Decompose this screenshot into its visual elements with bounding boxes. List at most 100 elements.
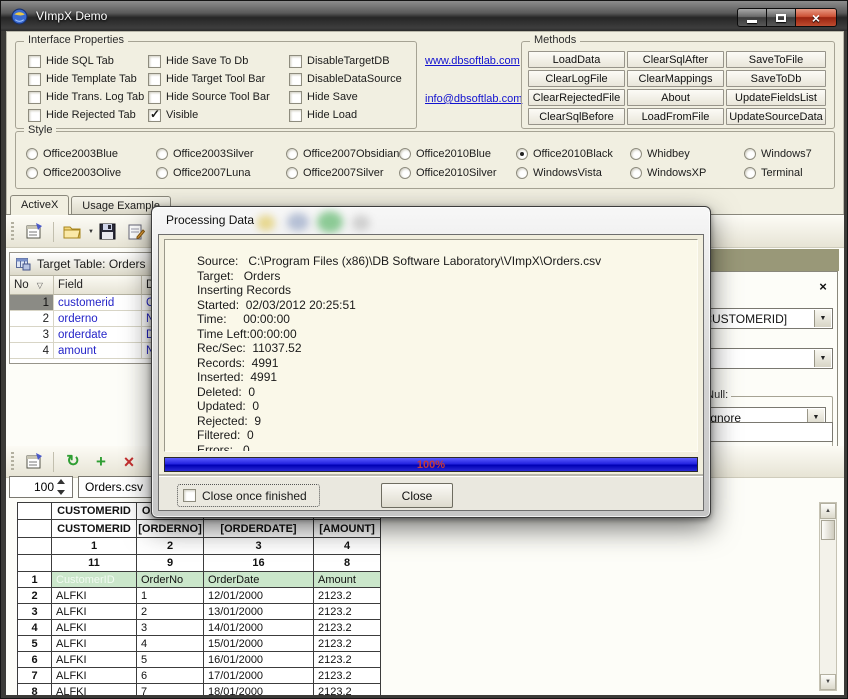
scrollbar-thumb[interactable]	[821, 520, 835, 540]
close-once-finished-checkbox[interactable]: Close once finished	[177, 484, 320, 507]
grid-cell[interactable]: OrderNo	[137, 572, 204, 588]
grid-cell[interactable]: 13/01/2000	[204, 604, 314, 620]
radio-office2003blue[interactable]: Office2003Blue	[26, 148, 156, 160]
radio-office2010blue[interactable]: Office2010Blue	[399, 148, 516, 160]
close-button[interactable]: ×	[795, 8, 837, 27]
grid-cell[interactable]: 1	[137, 588, 204, 604]
clearrejectedfile-button[interactable]: ClearRejectedFile	[528, 89, 625, 106]
chevron-down-icon[interactable]: ▼	[814, 310, 831, 327]
row-number[interactable]: 3	[18, 604, 52, 620]
grid-cell[interactable]: ALFKI	[52, 604, 137, 620]
clearlogfile-button[interactable]: ClearLogFile	[528, 70, 625, 87]
field-row-number[interactable]: 4	[10, 343, 54, 359]
refresh-icon[interactable]: ↻	[61, 450, 85, 474]
grid-cell[interactable]: CustomerID	[52, 572, 137, 588]
grid-header-field[interactable]: CUSTOMERID	[52, 503, 137, 520]
grid-cell[interactable]: ALFKI	[52, 588, 137, 604]
folder-dropdown-caret[interactable]: ▼	[88, 229, 94, 235]
grid-header-mapping[interactable]: CUSTOMERID	[52, 520, 137, 538]
grid-cell[interactable]: 5	[137, 652, 204, 668]
radio-windowsxp[interactable]: WindowsXP	[630, 167, 744, 179]
row-number[interactable]: 2	[18, 588, 52, 604]
savetodb-button[interactable]: SaveToDb	[726, 70, 826, 87]
radio-office2007silver[interactable]: Office2007Silver	[286, 167, 399, 179]
field-row-number[interactable]: 3	[10, 327, 54, 343]
grid-cell[interactable]: 2123.2	[314, 620, 381, 636]
row-number[interactable]: 4	[18, 620, 52, 636]
checkbox-hide-trans-log-tab[interactable]: Hide Trans. Log Tab	[28, 91, 148, 104]
grid-cell[interactable]: ALFKI	[52, 636, 137, 652]
checkbox-hide-template-tab[interactable]: Hide Template Tab	[28, 73, 148, 86]
checkbox-disable-data-source[interactable]: DisableDataSource	[289, 73, 409, 86]
column-header-no[interactable]: No▽	[10, 276, 54, 295]
grid-cell[interactable]: 6	[137, 668, 204, 684]
grid-cell[interactable]: ALFKI	[52, 684, 137, 695]
grid-cell[interactable]: 2123.2	[314, 588, 381, 604]
minimize-button[interactable]	[737, 8, 767, 27]
properties-icon[interactable]	[22, 450, 46, 474]
scroll-up-button[interactable]: ▲	[820, 503, 836, 519]
row-count-spinner[interactable]: 100	[9, 476, 73, 498]
grid-cell[interactable]: 2123.2	[314, 636, 381, 652]
grid-cell[interactable]: 2123.2	[314, 604, 381, 620]
grid-cell[interactable]: 2123.2	[314, 652, 381, 668]
grid-cell[interactable]: 15/01/2000	[204, 636, 314, 652]
scroll-down-button[interactable]: ▼	[820, 674, 836, 690]
savetofile-button[interactable]: SaveToFile	[726, 51, 826, 68]
radio-office2010silver[interactable]: Office2010Silver	[399, 167, 516, 179]
grid-header-mapping[interactable]: [ORDERNO]	[137, 520, 204, 538]
spinner-up-icon[interactable]	[57, 479, 65, 484]
about-button[interactable]: About	[627, 89, 724, 106]
grid-cell[interactable]: ALFKI	[52, 668, 137, 684]
target-field-combo[interactable]: [CUSTOMERID] ▼	[695, 308, 833, 329]
grid-cell[interactable]: 2	[137, 604, 204, 620]
clearmappings-button[interactable]: ClearMappings	[627, 70, 724, 87]
row-number[interactable]: 6	[18, 652, 52, 668]
field-name-cell[interactable]: customerid	[54, 295, 142, 311]
updatesourcedata-button[interactable]: UpdateSourceData	[726, 108, 826, 125]
grid-cell[interactable]: 2123.2	[314, 668, 381, 684]
loadfromfile-button[interactable]: LoadFromFile	[627, 108, 724, 125]
row-number[interactable]: 8	[18, 684, 52, 695]
properties-icon[interactable]	[22, 220, 46, 244]
field-name-cell[interactable]: orderdate	[54, 327, 142, 343]
field-row-number[interactable]: 1	[10, 295, 54, 311]
grid-header-mapping[interactable]: [ORDERDATE]	[204, 520, 314, 538]
panel-close-icon[interactable]: ×	[815, 278, 831, 294]
add-icon[interactable]: +	[89, 450, 113, 474]
grid-cell[interactable]: 2123.2	[314, 684, 381, 695]
grid-cell[interactable]: 3	[137, 620, 204, 636]
grid-header-mapping[interactable]: [AMOUNT]	[314, 520, 381, 538]
dialog-titlebar[interactable]: Processing Data	[152, 207, 710, 234]
clearsqlafter-button[interactable]: ClearSqlAfter	[627, 51, 724, 68]
checkbox-hide-sql-tab[interactable]: Hide SQL Tab	[28, 55, 148, 68]
radio-office2003olive[interactable]: Office2003Olive	[26, 167, 156, 179]
row-number[interactable]: 7	[18, 668, 52, 684]
radio-office2010black[interactable]: Office2010Black	[516, 148, 630, 160]
checkbox-disable-target-db[interactable]: DisableTargetDB	[289, 55, 409, 68]
radio-office2007obsidian[interactable]: Office2007Obsidian	[286, 148, 399, 160]
toolbar-grip[interactable]	[11, 452, 14, 472]
source-field-combo[interactable]: ▼	[695, 348, 833, 369]
checkbox-hide-load[interactable]: Hide Load	[289, 109, 409, 122]
chevron-down-icon[interactable]: ▼	[814, 350, 831, 367]
field-name-cell[interactable]: orderno	[54, 311, 142, 327]
clearsqlbefore-button[interactable]: ClearSqlBefore	[528, 108, 625, 125]
tab-activex[interactable]: ActiveX	[10, 195, 69, 215]
radio-whidbey[interactable]: Whidbey	[630, 148, 744, 160]
checkbox-hide-save[interactable]: Hide Save	[289, 91, 409, 104]
website-link[interactable]: www.dbsoftlab.com	[425, 55, 520, 67]
field-row-number[interactable]: 2	[10, 311, 54, 327]
grid-cell[interactable]: 14/01/2000	[204, 620, 314, 636]
radio-windows7[interactable]: Windows7	[744, 148, 839, 160]
grid-cell[interactable]: ALFKI	[52, 620, 137, 636]
grid-cell[interactable]: 12/01/2000	[204, 588, 314, 604]
grid-cell[interactable]: 4	[137, 636, 204, 652]
spinner-down-icon[interactable]	[57, 490, 65, 495]
column-header-field[interactable]: Field	[54, 276, 142, 295]
toolbar-grip[interactable]	[11, 222, 14, 242]
checkbox-hide-source-tool-bar[interactable]: Hide Source Tool Bar	[148, 91, 289, 104]
checkbox-hide-target-tool-bar[interactable]: Hide Target Tool Bar	[148, 73, 289, 86]
email-link[interactable]: info@dbsoftlab.com	[425, 93, 522, 105]
radio-office2003silver[interactable]: Office2003Silver	[156, 148, 286, 160]
